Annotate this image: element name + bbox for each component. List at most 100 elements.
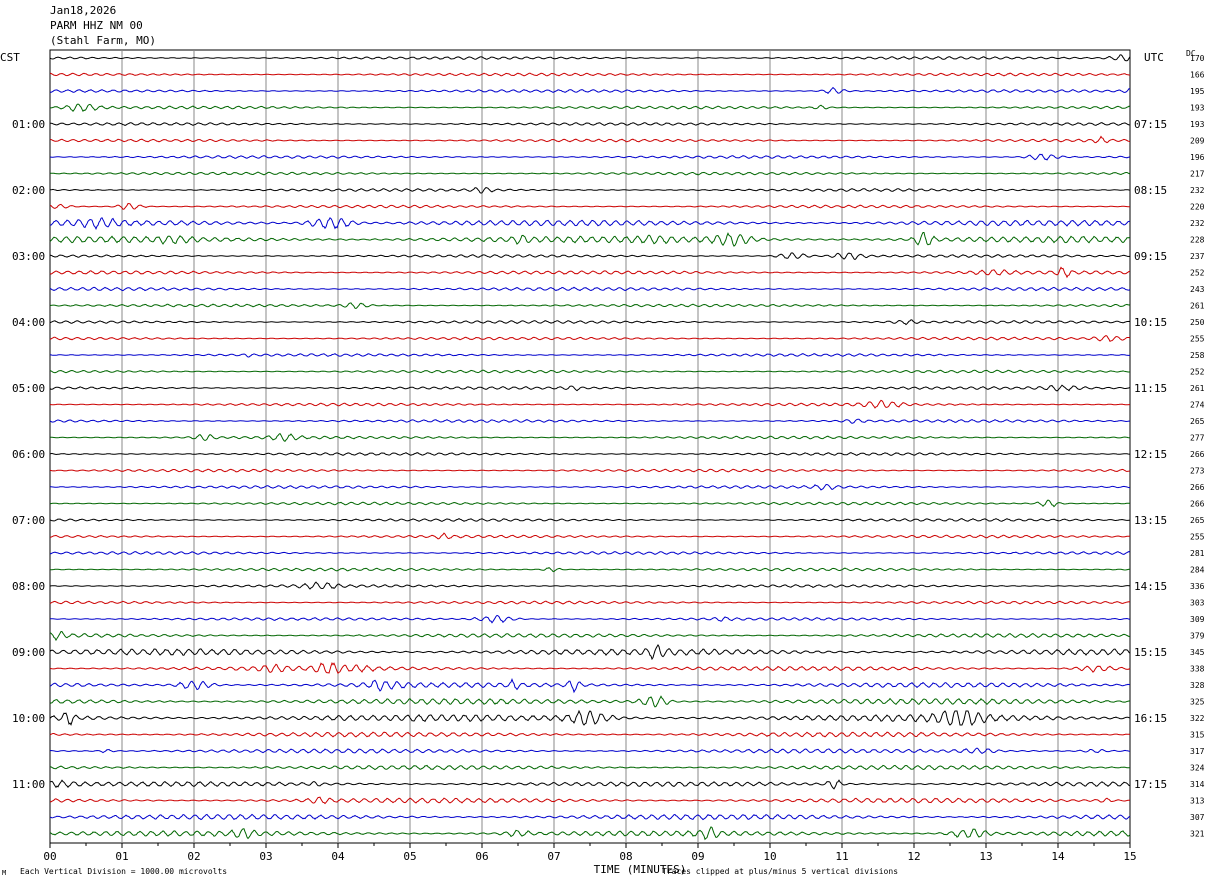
dc-offset-label: 243	[1190, 285, 1205, 294]
dc-offset-label: 321	[1190, 830, 1205, 839]
dc-offset-label: 281	[1190, 549, 1205, 558]
trace-line	[49, 369, 1131, 374]
trace-line	[49, 302, 1131, 310]
utc-hour-label: 10:15	[1134, 316, 1167, 329]
trace-line	[49, 135, 1131, 144]
dc-offset-label: 314	[1190, 780, 1205, 789]
dc-offset-label: 255	[1190, 533, 1205, 542]
dc-offset-label: 170	[1190, 54, 1205, 63]
trace-line	[49, 432, 1131, 442]
dc-offset-label: 315	[1190, 731, 1205, 740]
cst-hour-label: 09:00	[12, 646, 45, 659]
trace-line	[49, 232, 1131, 247]
trace-line	[49, 153, 1131, 161]
trace-line	[49, 266, 1131, 279]
utc-hour-label: 15:15	[1134, 646, 1167, 659]
utc-hour-label: 11:15	[1134, 382, 1167, 395]
x-tick-label: 02	[187, 850, 200, 863]
dc-offset-label: 237	[1190, 252, 1205, 261]
dc-offset-label: 266	[1190, 450, 1205, 459]
scale-note: Each Vertical Division = 1000.00 microvo…	[20, 867, 228, 876]
cst-hour-label: 02:00	[12, 184, 45, 197]
trace-line	[49, 581, 1131, 590]
trace-line	[49, 452, 1131, 456]
trace-line	[49, 217, 1131, 231]
x-tick-label: 01	[115, 850, 128, 863]
dc-offset-label: 317	[1190, 747, 1205, 756]
x-tick-label: 14	[1051, 850, 1065, 863]
trace-line	[49, 695, 1131, 708]
dc-offset-label: 325	[1190, 698, 1205, 707]
trace-line	[49, 418, 1131, 424]
trace-line	[49, 600, 1131, 605]
dc-offset-label: 313	[1190, 797, 1205, 806]
plot-frame	[49, 49, 1131, 844]
dc-offset-label: 217	[1190, 170, 1205, 179]
dc-offset-label: 338	[1190, 665, 1205, 674]
trace-line	[49, 468, 1131, 473]
dc-offset-label: 193	[1190, 120, 1205, 129]
dc-offset-label: 345	[1190, 648, 1205, 657]
dc-offset-label: 258	[1190, 351, 1205, 360]
dc-offset-label: 265	[1190, 516, 1205, 525]
x-tick-label: 06	[475, 850, 488, 863]
dc-offset-label: 266	[1190, 500, 1205, 509]
x-tick-label: 09	[691, 850, 704, 863]
trace-line	[49, 122, 1131, 126]
trace-line	[49, 335, 1131, 342]
trace-line	[49, 202, 1130, 210]
cst-hour-label: 04:00	[12, 316, 45, 329]
trace-line	[49, 384, 1131, 392]
cst-hour-label: 10:00	[12, 712, 45, 725]
right-timezone-label: UTC	[1144, 51, 1164, 64]
trace-line	[49, 614, 1131, 624]
trace-line	[49, 813, 1131, 821]
dc-offset-label: 228	[1190, 236, 1205, 245]
utc-hour-label: 13:15	[1134, 514, 1167, 527]
x-tick-label: 03	[259, 850, 272, 863]
utc-hour-label: 09:15	[1134, 250, 1167, 263]
cst-hour-label: 06:00	[12, 448, 45, 461]
trace-line	[49, 319, 1131, 326]
x-tick-label: 00	[43, 850, 56, 863]
dc-offset-label: 274	[1190, 401, 1205, 410]
dc-offset-label: 324	[1190, 764, 1205, 773]
dc-offset-label: 328	[1190, 681, 1205, 690]
dc-offset-label: 261	[1190, 302, 1205, 311]
x-tick-label: 04	[331, 850, 345, 863]
utc-hour-label: 17:15	[1134, 778, 1167, 791]
utc-hour-label: 16:15	[1134, 712, 1167, 725]
trace-line	[49, 171, 1131, 176]
x-tick-label: 08	[619, 850, 632, 863]
trace-line	[49, 187, 1131, 194]
dc-offset-label: 166	[1190, 71, 1205, 80]
x-tick-label: 05	[403, 850, 416, 863]
trace-line	[49, 399, 1131, 409]
trace-line	[49, 644, 1131, 661]
dc-offset-label: 265	[1190, 417, 1205, 426]
cst-hour-label: 11:00	[12, 778, 45, 791]
trace-line	[49, 826, 1131, 841]
trace-line	[49, 103, 1131, 113]
trace-line	[49, 709, 1131, 726]
x-tick-label: 12	[907, 850, 920, 863]
dc-offset-label: 252	[1190, 269, 1205, 278]
x-tick-label: 13	[979, 850, 992, 863]
utc-hour-label: 07:15	[1134, 118, 1167, 131]
cst-hour-label: 08:00	[12, 580, 45, 593]
trace-line	[49, 731, 1131, 738]
utc-hour-label: 08:15	[1134, 184, 1167, 197]
dc-offset-label: 307	[1190, 813, 1205, 822]
dc-offset-label: 196	[1190, 153, 1205, 162]
corner-mark: M	[2, 869, 7, 877]
trace-line	[49, 86, 1131, 95]
trace-line	[49, 779, 1131, 790]
dc-offset-label: 277	[1190, 434, 1205, 443]
cst-hour-label: 01:00	[12, 118, 45, 131]
trace-line	[49, 532, 1131, 540]
trace-line	[49, 677, 1130, 694]
cst-hour-label: 05:00	[12, 382, 45, 395]
trace-line	[49, 517, 1131, 522]
dc-offset-label: 195	[1190, 87, 1205, 96]
trace-line	[49, 661, 1131, 674]
